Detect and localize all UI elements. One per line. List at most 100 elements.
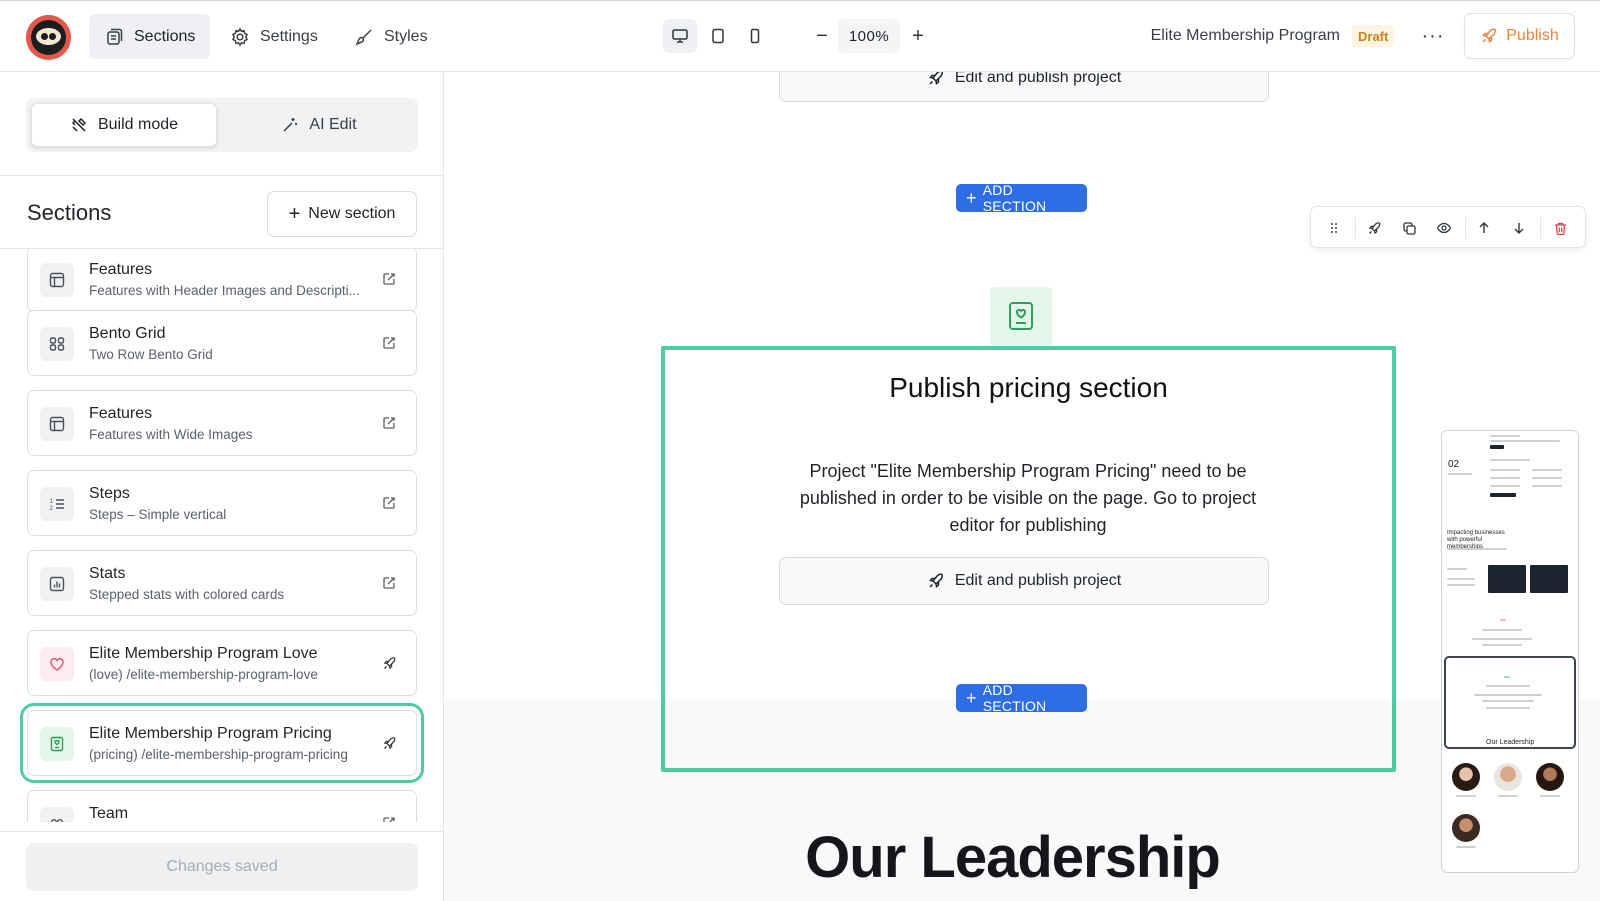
rocket-icon[interactable] [1363,217,1385,239]
edit-publish-label: Edit and publish project [954,572,1122,589]
external-edit-icon[interactable] [380,334,398,352]
section-item-title: Steps [89,485,130,502]
sloth-logo-icon [31,20,66,55]
zoom-in-button[interactable]: + [906,21,930,51]
section-item-title: Features [89,405,153,422]
add-section-button[interactable]: + ADD SECTION [956,682,1087,714]
more-options-button[interactable]: ··· [1418,21,1448,51]
avatar [1452,814,1480,842]
tablet-view-button[interactable] [701,19,735,53]
svg-text:2: 2 [50,506,54,512]
brush-icon [355,28,372,45]
section-item-membership-pricing[interactable]: Elite Membership Program Pricing (pricin… [20,703,424,783]
section-item-title: Elite Membership Program Pricing [89,725,332,742]
pricing-icon [1009,302,1033,330]
section-item-subtitle: (pricing) /elite-membership-program-pric… [89,747,348,762]
eye-icon[interactable] [1433,217,1455,239]
mobile-view-button[interactable] [738,19,772,53]
top-bar: Sections Settings Styles − 100% + Elite … [0,0,1600,72]
layout-icon [40,263,74,297]
edit-publish-project-button[interactable]: Edit and publish project [779,557,1269,605]
divider [0,175,444,176]
external-edit-icon[interactable] [380,814,398,822]
minimap-step-number: 02 [1448,459,1460,470]
section-item-subtitle: Stepped stats with colored cards [89,587,285,602]
ai-edit-label: AI Edit [309,116,357,133]
pricing-icon [40,727,74,761]
section-item-subtitle: Steps – Simple vertical [89,507,227,522]
rocket-icon [929,573,943,588]
nav-settings-label: Settings [260,27,318,45]
section-item-features-wide-images[interactable]: Features Features with Wide Images [27,390,417,456]
arrow-up-icon[interactable] [1473,217,1495,239]
grid-icon [40,327,74,361]
project-title: Elite Membership Program [1150,27,1340,44]
external-edit-icon[interactable] [380,494,398,512]
section-item-title: Features [89,261,153,278]
section-item-title: Bento Grid [89,325,166,342]
section-item-subtitle: (love) /elite-membership-program-love [89,667,318,682]
duplicate-icon[interactable] [1398,217,1420,239]
edit-publish-label: Edit and publish project [954,72,1122,86]
nav-sections[interactable]: Sections [89,14,211,59]
ai-edit-button[interactable]: AI Edit [226,103,412,147]
arrow-down-icon[interactable] [1508,217,1530,239]
edit-publish-project-button[interactable]: Edit and publish project [779,72,1269,102]
desktop-view-button[interactable] [663,19,697,53]
drag-handle-icon[interactable] [1323,217,1345,239]
section-item-stats[interactable]: Stats Stepped stats with colored cards [27,550,417,616]
external-edit-icon[interactable] [380,574,398,592]
build-mode-button[interactable]: Build mode [31,103,217,147]
nav-styles-label: Styles [384,27,428,45]
publish-button[interactable]: Publish [1464,13,1575,59]
zoom-out-button[interactable]: − [810,21,834,51]
section-toolbar [1310,206,1586,248]
heart-icon [40,647,74,681]
page-minimap[interactable]: 02 Impacting businesses with powerful me… [1441,430,1579,873]
avatar [1536,763,1564,791]
rocket-icon[interactable] [380,654,398,672]
numbered-list-icon: 12 [40,487,74,521]
changes-saved-button: Changes saved [26,843,418,891]
zoom-level[interactable]: 100% [838,19,900,53]
section-item-subtitle: Two Row Bento Grid [89,347,213,362]
leadership-heading: Our Leadership [805,825,1221,890]
new-section-button[interactable]: + New section [267,191,417,237]
avatar [1494,763,1522,791]
desktop-icon [672,29,688,43]
section-item-steps[interactable]: 12 Steps Steps – Simple vertical [27,470,417,536]
plus-icon: + [966,188,977,208]
tools-icon [71,117,87,132]
section-item-membership-love[interactable]: Elite Membership Program Love (love) /el… [27,630,417,696]
section-item-team[interactable]: Team [27,790,417,822]
external-edit-icon[interactable] [380,414,398,432]
pricing-section-heading: Publish pricing section [889,372,1168,403]
team-icon [40,807,74,822]
plus-icon: + [288,203,301,225]
build-mode-label: Build mode [97,116,179,133]
nav-settings[interactable]: Settings [215,14,333,59]
mode-toggle: Build mode AI Edit [26,98,418,152]
page-canvas[interactable]: Edit and publish project + ADD SECTION P… [445,72,1600,901]
tablet-icon [712,28,724,44]
new-section-label: New section [308,205,396,222]
section-item-bento-grid[interactable]: Bento Grid Two Row Bento Grid [27,310,417,376]
rocket-icon[interactable] [380,734,398,752]
trash-icon[interactable] [1549,217,1571,239]
minimap-viewport[interactable] [1444,656,1576,749]
bar-chart-icon [40,567,74,601]
app-logo[interactable] [26,15,71,60]
add-section-label: ADD SECTION [982,182,1047,214]
status-badge: Draft [1352,25,1395,47]
section-list[interactable]: Features Features with Header Images and… [0,249,443,822]
rocket-icon [1482,28,1497,43]
section-item-features-header-images[interactable]: Features Features with Header Images and… [27,249,417,312]
svg-text:1: 1 [50,499,54,505]
add-section-button[interactable]: + ADD SECTION [956,182,1087,214]
pricing-section-message: Project "Elite Membership Program Pricin… [799,461,1257,535]
pricing-section-badge [990,287,1052,345]
sparkle-wand-icon [283,118,298,132]
plus-icon: + [966,688,977,708]
nav-styles[interactable]: Styles [339,14,443,59]
external-edit-icon[interactable] [380,270,398,288]
